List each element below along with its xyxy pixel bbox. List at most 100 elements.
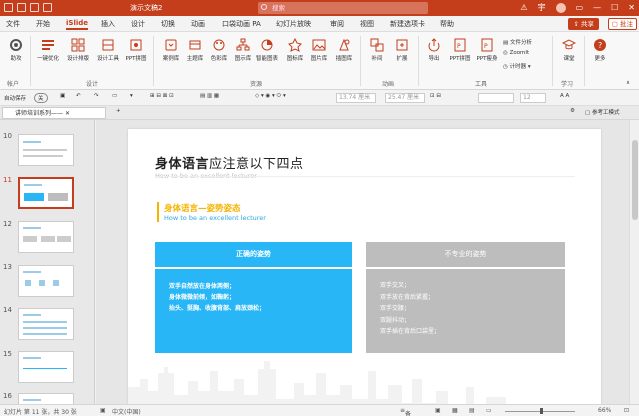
fit-slide-icon[interactable]: ⊡ xyxy=(624,407,629,414)
section-subtitle[interactable]: How to be an excellent lecturer xyxy=(164,214,266,222)
user-name[interactable]: 宇 xyxy=(538,2,546,14)
redo-icon[interactable]: ↷ xyxy=(94,93,99,99)
slide-thumbnail[interactable] xyxy=(18,221,74,253)
design-layout-button[interactable]: 设计排版 xyxy=(64,38,92,62)
smart-chart-button[interactable]: 智能图表 xyxy=(253,38,281,62)
save-icon[interactable] xyxy=(4,3,13,12)
align-icon[interactable]: ⊞ ⊟ ⊠ ⊡ xyxy=(150,93,174,99)
tab-islide[interactable]: iSlide xyxy=(66,19,88,30)
document-tab-bar: 讲师培训系列—— ✕ + ⚙ ▢ 参考工模式 xyxy=(0,106,639,120)
slide-thumbnail[interactable] xyxy=(18,134,74,166)
vertical-scrollbar[interactable] xyxy=(629,120,639,404)
tab-pocket-animation[interactable]: 口袋动画 PA xyxy=(222,19,261,29)
width-field[interactable]: 25.47 厘米 xyxy=(385,93,425,103)
font-grow-icon[interactable]: A A xyxy=(560,93,569,99)
ribbon-display-icon[interactable]: ▭ xyxy=(576,2,584,14)
tab-help[interactable]: 帮助 xyxy=(440,19,454,29)
document-tab[interactable]: 讲师培训系列—— ✕ xyxy=(2,107,106,119)
more-button[interactable]: ? 更多 xyxy=(586,38,614,62)
ppt-puzzle-button[interactable]: PPT拼图 xyxy=(122,38,150,62)
tab-slideshow[interactable]: 幻灯片放映 xyxy=(276,19,311,29)
design-tools-button[interactable]: 设计工具 xyxy=(94,38,122,62)
settings-icon[interactable]: ⚙ xyxy=(570,108,575,114)
ppt-puzzle-tool-label: PPT拼图 xyxy=(449,56,471,62)
undo-icon[interactable]: ↶ xyxy=(76,93,81,99)
export-button[interactable]: 导出 xyxy=(420,38,448,62)
correct-posture-box[interactable]: 双手自然放在身体两侧； 身体微微前倾，如鞠躬； 抬头、挺胸、收腹背部、肩放颈松； xyxy=(155,269,352,353)
close-icon[interactable]: ✕ xyxy=(628,2,635,14)
account-button[interactable]: 助攻 xyxy=(2,38,30,62)
reading-view-icon[interactable]: ▤ xyxy=(469,407,475,414)
section-title[interactable]: 身体语言—姿势姿态 xyxy=(164,202,241,214)
one-click-optimize-button[interactable]: 一键优化 xyxy=(34,38,62,62)
slide-title[interactable]: 身体语言应注意以下四点 xyxy=(155,153,304,172)
save-icon[interactable]: ▣ xyxy=(60,93,65,99)
unprofessional-posture-header[interactable]: 不专业的姿势 xyxy=(366,242,565,267)
tab-new[interactable]: 新建选项卡 xyxy=(390,19,425,29)
slide-thumbnail[interactable] xyxy=(18,308,74,340)
slide[interactable]: 身体语言应注意以下四点 How to be an excellent lectu… xyxy=(128,129,601,404)
maximize-icon[interactable]: ☐ xyxy=(611,2,618,14)
new-tab-icon[interactable]: + xyxy=(116,108,121,114)
tab-insert[interactable]: 插入 xyxy=(101,19,115,29)
tab-view[interactable]: 视图 xyxy=(360,19,374,29)
dropdown-icon[interactable]: ▾ xyxy=(130,93,133,99)
slide-sorter-icon[interactable]: ▦ xyxy=(452,407,458,414)
close-tab-icon[interactable]: ✕ xyxy=(65,110,70,117)
unprofessional-posture-box[interactable]: 双手交叉； 双手放在背后紧握； 双手交腰； 双腿抖动； 双手插在背后口袋里； xyxy=(366,269,565,353)
tab-design[interactable]: 设计 xyxy=(131,19,145,29)
collapse-ribbon-icon[interactable]: ∧ xyxy=(626,80,630,86)
notes-button[interactable]: ≡ 备注 xyxy=(400,407,411,416)
tween-label: 补间 xyxy=(371,56,383,62)
redo-icon[interactable] xyxy=(30,3,39,12)
layout-tools-icon[interactable]: ⊡ ⊟ xyxy=(430,93,441,99)
correct-posture-header[interactable]: 正确的姿势 xyxy=(155,242,352,267)
comment-button[interactable]: ▢ 批注 xyxy=(607,18,637,30)
autosave-toggle[interactable]: 关 xyxy=(34,93,48,103)
tab-review[interactable]: 审阅 xyxy=(330,19,344,29)
slide-thumbnail-selected[interactable] xyxy=(18,177,74,209)
tab-file[interactable]: 文件 xyxy=(6,19,20,29)
slide-number: 15 xyxy=(3,350,12,358)
font-size-value: 12 xyxy=(523,94,531,101)
zoom-level[interactable]: 66% xyxy=(598,407,611,414)
shape-fill-icon[interactable]: ◇ ▾ ◉ ▾ ⬭ ▾ xyxy=(255,93,286,100)
share-button[interactable]: ⇪ 共享 xyxy=(568,18,599,30)
tab-animations[interactable]: 动画 xyxy=(191,19,205,29)
zoom-slider-thumb[interactable] xyxy=(540,408,543,414)
warning-icon[interactable]: ⚠ xyxy=(520,2,527,14)
minimize-icon[interactable]: — xyxy=(593,2,601,14)
extend-button[interactable]: 扩展 xyxy=(388,38,416,62)
avatar[interactable] xyxy=(555,3,566,13)
slideshow-view-icon[interactable]: ▭ xyxy=(486,407,492,414)
ppt-puzzle-tool-button[interactable]: P PPT拼图 xyxy=(446,38,474,62)
zoomit-button[interactable]: ◎ ZoomIt xyxy=(503,50,529,56)
tab-home[interactable]: 开始 xyxy=(36,19,50,29)
timer-button[interactable]: ◷ 计时器 ▾ xyxy=(503,62,531,70)
hierarchy-icon xyxy=(236,38,250,51)
slide-thumbnail[interactable] xyxy=(18,351,74,383)
slideshow-icon[interactable]: ▭ xyxy=(112,93,117,99)
tab-transitions[interactable]: 切换 xyxy=(161,19,175,29)
ppt-slim-button[interactable]: P PPT瘦身 xyxy=(473,38,501,62)
height-field[interactable]: 13.74 厘米 xyxy=(336,93,376,103)
normal-view-icon[interactable]: ▣ xyxy=(435,407,441,414)
font-size-select[interactable]: 12 xyxy=(520,93,546,103)
scrollbar-thumb[interactable] xyxy=(632,140,638,220)
one-click-optimize-label: 一键优化 xyxy=(36,56,59,62)
arrange-icon[interactable]: ▤ ▥ ▦ xyxy=(200,93,219,99)
slide-thumbnail[interactable] xyxy=(18,393,74,404)
file-analysis-button[interactable]: ▤ 文件分析 xyxy=(503,38,532,46)
illustration-library-button[interactable]: 插图库 xyxy=(330,38,358,62)
search-input[interactable]: 搜索 xyxy=(258,2,428,14)
language-status[interactable]: 中文(中国) xyxy=(112,407,141,416)
classroom-button[interactable]: 课堂 xyxy=(555,38,583,62)
font-select[interactable] xyxy=(478,93,514,103)
start-slideshow-icon[interactable] xyxy=(43,3,52,12)
slide-thumbnail[interactable] xyxy=(18,265,74,297)
picture-library-button[interactable]: 图片库 xyxy=(305,38,333,62)
undo-icon[interactable] xyxy=(17,3,26,12)
tween-button[interactable]: 补间 xyxy=(363,38,391,62)
spellcheck-icon[interactable]: ▣ xyxy=(100,407,106,414)
ref-mode-button[interactable]: ▢ 参考工模式 xyxy=(585,108,619,116)
